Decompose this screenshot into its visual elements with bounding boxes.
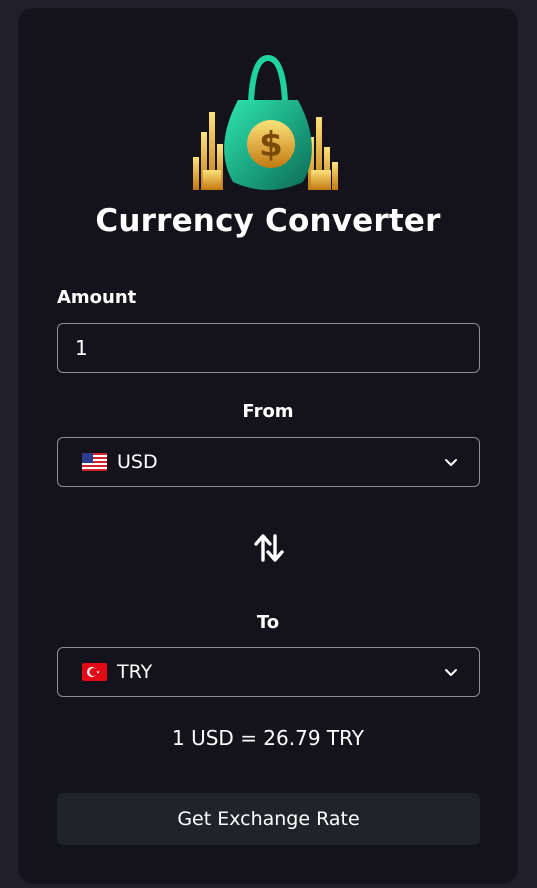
to-currency-select[interactable]: TRY: [57, 647, 480, 697]
amount-label: Amount: [57, 287, 137, 308]
chevron-down-icon: [445, 669, 457, 676]
amount-input[interactable]: [58, 324, 479, 372]
converter-card: $ Currency Converter Amount From USD: [18, 8, 518, 884]
us-flag-icon: [82, 453, 107, 471]
from-currency-code: USD: [117, 451, 158, 473]
chevron-down-icon: [445, 459, 457, 466]
svg-text:$: $: [259, 125, 283, 165]
tr-flag-icon: [82, 663, 107, 681]
to-label: To: [256, 612, 280, 633]
from-selected-value: USD: [82, 438, 158, 486]
money-bag-logo: $: [193, 54, 338, 190]
exchange-result-text: 1 USD = 26.79 TRY: [172, 726, 364, 750]
swap-arrows-icon[interactable]: [253, 532, 285, 564]
to-currency-code: TRY: [117, 661, 153, 683]
get-exchange-rate-button[interactable]: Get Exchange Rate: [57, 793, 480, 845]
amount-field-container: [57, 323, 480, 373]
from-label: From: [242, 401, 294, 422]
page-title: Currency Converter: [95, 203, 441, 239]
from-currency-select[interactable]: USD: [57, 437, 480, 487]
to-selected-value: TRY: [82, 648, 152, 696]
